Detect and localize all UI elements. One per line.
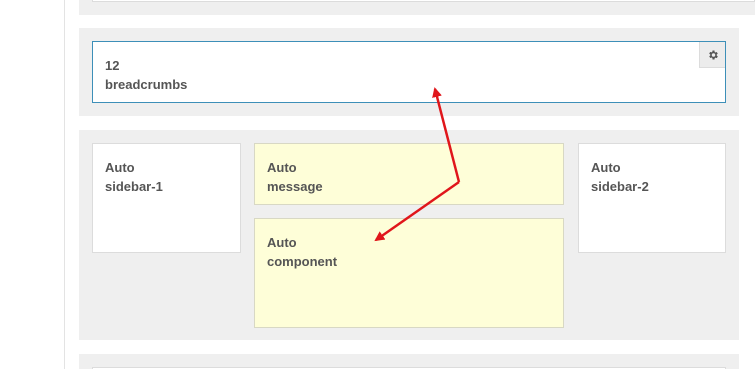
breadcrumbs-block[interactable]: 12 breadcrumbs <box>92 41 726 103</box>
message-block[interactable]: Auto message <box>254 143 564 205</box>
block-position-label: breadcrumbs <box>105 77 188 92</box>
gear-icon <box>708 50 718 59</box>
bottom-layout-row <box>79 354 739 369</box>
block-position-label: sidebar-2 <box>591 179 649 194</box>
block-position-label: component <box>267 254 338 269</box>
left-divider <box>64 0 65 369</box>
block-position-label: sidebar-1 <box>105 179 163 194</box>
block-span-label: Auto <box>267 160 297 175</box>
breadcrumbs-layout-row: 12 breadcrumbs <box>79 28 739 116</box>
block-position-label: message <box>267 179 323 194</box>
main-layout-row: Auto sidebar-1 Auto message Auto compone… <box>79 130 739 340</box>
block-span-label: Auto <box>267 235 297 250</box>
block-span-label: Auto <box>105 160 135 175</box>
block-settings-button[interactable] <box>699 42 725 68</box>
component-block[interactable]: Auto component <box>254 218 564 328</box>
sidebar-1-block[interactable]: Auto sidebar-1 <box>92 143 241 253</box>
layout-editor-canvas: 12 breadcrumbs Auto sidebar-1 Auto messa… <box>0 0 755 369</box>
block-span-label: 12 <box>105 58 120 73</box>
sidebar-2-block[interactable]: Auto sidebar-2 <box>578 143 726 253</box>
block-span-label: Auto <box>591 160 621 175</box>
top-partial-block[interactable] <box>92 0 755 2</box>
top-layout-row <box>79 0 755 15</box>
